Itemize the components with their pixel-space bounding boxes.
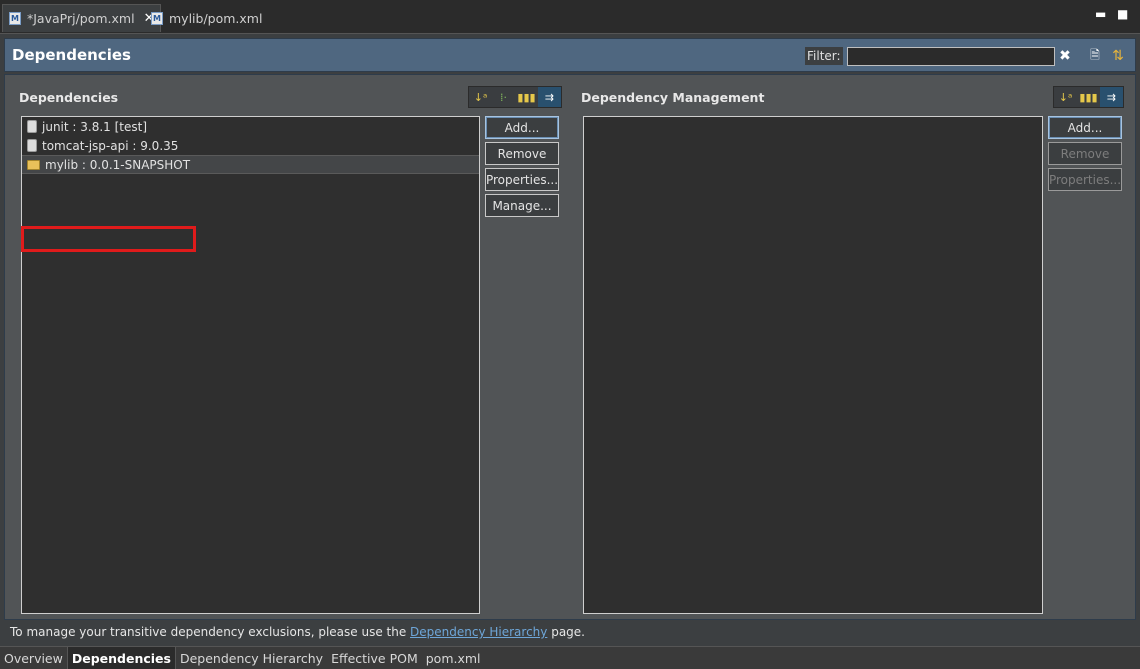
- info-text-end: page.: [547, 625, 585, 639]
- maven-pom-icon: M: [151, 11, 163, 25]
- tab-dependencies[interactable]: Dependencies: [66, 647, 176, 669]
- managed-properties-button: Properties...: [1048, 168, 1122, 191]
- tab-effective-pom[interactable]: Effective POM: [327, 647, 422, 669]
- pom-editor-tabs: Overview Dependencies Dependency Hierarc…: [0, 646, 1140, 669]
- sort-icon[interactable]: ↓ᵃ: [1054, 87, 1077, 107]
- page-title: Dependencies: [12, 46, 131, 64]
- tab-overview[interactable]: Overview: [0, 647, 67, 669]
- minimize-icon[interactable]: ▬: [1095, 8, 1106, 20]
- project-folder-icon: [27, 159, 40, 170]
- dependency-label: junit : 3.8.1 [test]: [42, 119, 148, 134]
- list-item[interactable]: mylib : 0.0.1-SNAPSHOT: [22, 155, 479, 174]
- toggle-inherited-icon[interactable]: ⇉: [538, 87, 561, 107]
- filter-box: Filter:: [805, 45, 1055, 67]
- maven-pom-icon: M: [9, 12, 21, 25]
- properties-button[interactable]: Properties...: [485, 168, 559, 191]
- columns-icon[interactable]: ▮▮▮: [1077, 87, 1100, 107]
- filter-input[interactable]: [846, 46, 1055, 66]
- dependency-management-list[interactable]: [583, 116, 1043, 614]
- dependencies-list[interactable]: junit : 3.8.1 [test] tomcat-jsp-api : 9.…: [21, 116, 480, 614]
- jar-icon: [27, 120, 37, 133]
- dependency-management-title: Dependency Management: [581, 90, 765, 105]
- editor-tab-bar: M *JavaPrj/pom.xml ✕ M mylib/pom.xml ▬ ■: [0, 0, 1140, 34]
- tab-dependency-hierarchy[interactable]: Dependency Hierarchy: [176, 647, 327, 669]
- dependency-management-toolbar: ↓ᵃ ▮▮▮ ⇉: [1053, 86, 1124, 108]
- dependencies-toolbar: ↓ᵃ ⁞· ▮▮▮ ⇉: [468, 86, 562, 108]
- editor-tab-mylib-pom[interactable]: M mylib/pom.xml: [145, 4, 268, 32]
- open-pom-icon[interactable]: 🗎: [1087, 48, 1103, 64]
- list-item[interactable]: junit : 3.8.1 [test]: [22, 117, 479, 136]
- clear-filter-icon[interactable]: ✖: [1057, 48, 1073, 64]
- remove-managed-dependency-button: Remove: [1048, 142, 1122, 165]
- dependency-label: mylib : 0.0.1-SNAPSHOT: [45, 157, 191, 172]
- list-item[interactable]: tomcat-jsp-api : 9.0.35: [22, 136, 479, 155]
- add-dependency-button[interactable]: Add...: [485, 116, 559, 139]
- columns-icon[interactable]: ▮▮▮: [515, 87, 538, 107]
- info-text: To manage your transitive dependency exc…: [10, 625, 411, 639]
- dependencies-section-title: Dependencies: [19, 90, 119, 105]
- filter-label: Filter:: [805, 47, 843, 65]
- sort-icon[interactable]: ↓ᵃ: [469, 87, 492, 107]
- remove-dependency-button[interactable]: Remove: [485, 142, 559, 165]
- page-header: Dependencies Filter: ✖ 🗎 ⇅: [4, 38, 1136, 72]
- editor-tab-label: mylib/pom.xml: [169, 10, 263, 26]
- dependency-label: tomcat-jsp-api : 9.0.35: [42, 138, 179, 153]
- editor-tab-javaprj-pom[interactable]: M *JavaPrj/pom.xml ✕: [2, 4, 162, 32]
- add-managed-dependency-button[interactable]: Add...: [1048, 116, 1122, 139]
- show-groupid-icon[interactable]: ⁞·: [492, 87, 515, 107]
- toggle-inherited-icon[interactable]: ⇉: [1100, 87, 1123, 107]
- refresh-icon[interactable]: ⇅: [1110, 48, 1126, 64]
- dependencies-page: Dependencies ↓ᵃ ⁞· ▮▮▮ ⇉ junit : 3.8.1 […: [4, 74, 1136, 620]
- highlight-box: [21, 226, 196, 252]
- editor-tab-label: *JavaPrj/pom.xml: [27, 11, 135, 26]
- dependency-hierarchy-link[interactable]: Dependency Hierarchy: [410, 625, 547, 639]
- tab-pom-xml[interactable]: pom.xml: [422, 647, 485, 669]
- maximize-icon[interactable]: ■: [1117, 8, 1128, 20]
- manage-button[interactable]: Manage...: [485, 194, 559, 217]
- exclusions-info: To manage your transitive dependency exc…: [10, 625, 585, 639]
- jar-icon: [27, 139, 37, 152]
